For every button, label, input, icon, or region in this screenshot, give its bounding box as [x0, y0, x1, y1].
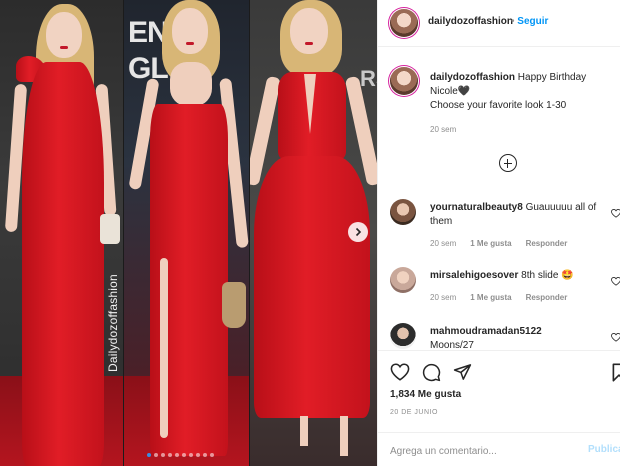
follow-button[interactable]: Seguir	[517, 16, 548, 27]
reply-button[interactable]: Responder	[526, 239, 568, 248]
watermark-text: Dailydozoffashion	[106, 274, 120, 372]
comments-list[interactable]: dailydozoffashion Happy Birthday Nicole🖤…	[378, 47, 620, 350]
avatar[interactable]	[390, 323, 416, 349]
separator-dot: •	[511, 16, 515, 27]
like-count[interactable]: 1,834 Me gusta	[390, 389, 461, 400]
avatar[interactable]	[390, 199, 416, 225]
like-button[interactable]	[390, 363, 410, 386]
carousel-dot	[196, 453, 200, 457]
carousel-dot	[154, 453, 158, 457]
comment-username[interactable]: mirsalehigoesover	[430, 270, 518, 281]
post-caption: dailydozoffashion Happy Birthday Nicole🖤…	[430, 71, 610, 113]
publish-button[interactable]: Publicar	[588, 444, 620, 455]
save-button[interactable]	[612, 363, 620, 387]
carousel-dot	[182, 453, 186, 457]
header-username[interactable]: dailydozoffashion	[428, 16, 513, 27]
speech-bubble-icon	[422, 363, 441, 382]
comment-input[interactable]	[390, 443, 580, 459]
share-button[interactable]	[453, 363, 472, 386]
avatar[interactable]	[390, 9, 418, 37]
post-date[interactable]: 20 DE JUNIO	[390, 409, 438, 416]
comment-likes[interactable]: 1 Me gusta	[470, 293, 511, 302]
caption-username[interactable]: dailydozoffashion	[430, 72, 515, 83]
avatar[interactable]	[390, 67, 418, 95]
carousel-dot	[210, 453, 214, 457]
comment-username[interactable]: yournaturalbeauty8	[430, 202, 523, 213]
carousel-dot	[203, 453, 207, 457]
like-comment-button[interactable]	[611, 329, 620, 347]
comment-text: mirsalehigoesover 8th slide 🤩	[430, 269, 598, 283]
person-figure	[124, 0, 249, 466]
avatar[interactable]	[390, 267, 416, 293]
carousel-dot	[147, 453, 151, 457]
carousel-dot	[175, 453, 179, 457]
comment-button[interactable]	[422, 363, 441, 387]
comment-username[interactable]: mahmoudramadan5122	[430, 326, 542, 337]
heart-icon	[611, 276, 620, 286]
photo-look-1: Dailydozoffashion	[0, 0, 123, 466]
carousel-dot	[168, 453, 172, 457]
caption-text: Choose your favorite look 1-30	[430, 100, 567, 111]
carousel-dot	[189, 453, 193, 457]
post-actions: 1,834 Me gusta 20 DE JUNIO	[378, 350, 620, 432]
comment-body: Moons/27	[430, 340, 474, 350]
timestamp[interactable]: 20 sem	[430, 239, 456, 248]
follow-area: • Seguir	[511, 16, 548, 27]
next-slide-button[interactable]	[348, 222, 368, 242]
chevron-right-icon	[355, 227, 362, 237]
post-photo-carousel[interactable]: Dailydozoffashion EN GLO R	[0, 0, 377, 466]
heart-icon	[611, 208, 620, 218]
heart-icon	[611, 332, 620, 342]
comment-meta: 20 sem 1 Me gusta Responder	[430, 239, 567, 248]
comment-text: yournaturalbeauty8 Guauuuuu all of them	[430, 201, 598, 229]
comment-likes[interactable]: 1 Me gusta	[470, 239, 511, 248]
bookmark-icon	[612, 363, 620, 382]
like-comment-button[interactable]	[611, 205, 620, 223]
heart-icon	[390, 363, 410, 381]
comment-body: 8th slide 🤩	[521, 270, 574, 281]
add-comment-bar: Publicar	[378, 432, 620, 466]
comment-text: mahmoudramadan5122 Moons/27	[430, 325, 598, 350]
timestamp[interactable]: 20 sem	[430, 125, 456, 134]
timestamp[interactable]: 20 sem	[430, 293, 456, 302]
comment-meta: 20 sem 1 Me gusta Responder	[430, 293, 567, 302]
like-comment-button[interactable]	[611, 273, 620, 291]
post-header: dailydozoffashion • Seguir	[378, 0, 620, 47]
photo-look-2: EN GLO	[124, 0, 249, 466]
reply-button[interactable]: Responder	[526, 293, 568, 302]
load-more-comments-button[interactable]	[499, 154, 517, 172]
carousel-indicator	[147, 453, 214, 457]
carousel-dot	[161, 453, 165, 457]
post-sidebar: dailydozoffashion • Seguir dailydozoffas…	[377, 0, 620, 466]
person-figure	[0, 0, 123, 466]
paper-plane-icon	[453, 364, 472, 380]
